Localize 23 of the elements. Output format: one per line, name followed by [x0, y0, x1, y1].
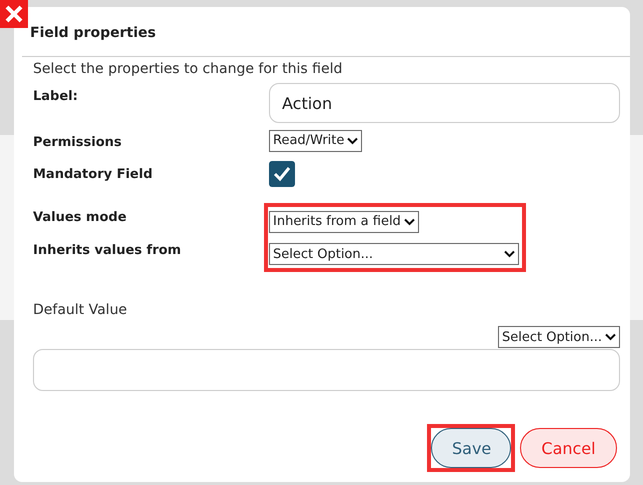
- dropdown[interactable]: Inherits from a field: [269, 210, 419, 232]
- instructions-text: Select the properties to change for this field: [33, 61, 344, 77]
- dropdown[interactable]: Select Option...: [498, 326, 620, 348]
- chevron-down-icon: [347, 136, 358, 144]
- default-value-field[interactable]: [33, 349, 620, 391]
- field-label: Inherits values from: [33, 242, 182, 260]
- cancel-button[interactable]: Cancel: [520, 428, 617, 468]
- dialog-title: Field properties: [30, 25, 157, 41]
- dropdown[interactable]: Select Option...: [269, 243, 519, 265]
- save-button[interactable]: Save: [431, 428, 511, 468]
- field-label: Permissions: [33, 134, 123, 150]
- chevron-down-icon: [504, 250, 515, 258]
- field-label: Default Value: [33, 302, 128, 318]
- chevron-down-icon: [605, 333, 616, 341]
- label-field[interactable]: Action: [269, 83, 620, 123]
- field-label: Values mode: [33, 210, 128, 227]
- checkmark-icon: [273, 166, 291, 182]
- checkbox[interactable]: [269, 161, 295, 187]
- dropdown[interactable]: Read/Write: [269, 130, 362, 152]
- field-label: Mandatory Field: [33, 166, 154, 182]
- field-label: Label:: [33, 88, 79, 104]
- close-icon[interactable]: [0, 0, 28, 28]
- chevron-down-icon: [404, 218, 415, 226]
